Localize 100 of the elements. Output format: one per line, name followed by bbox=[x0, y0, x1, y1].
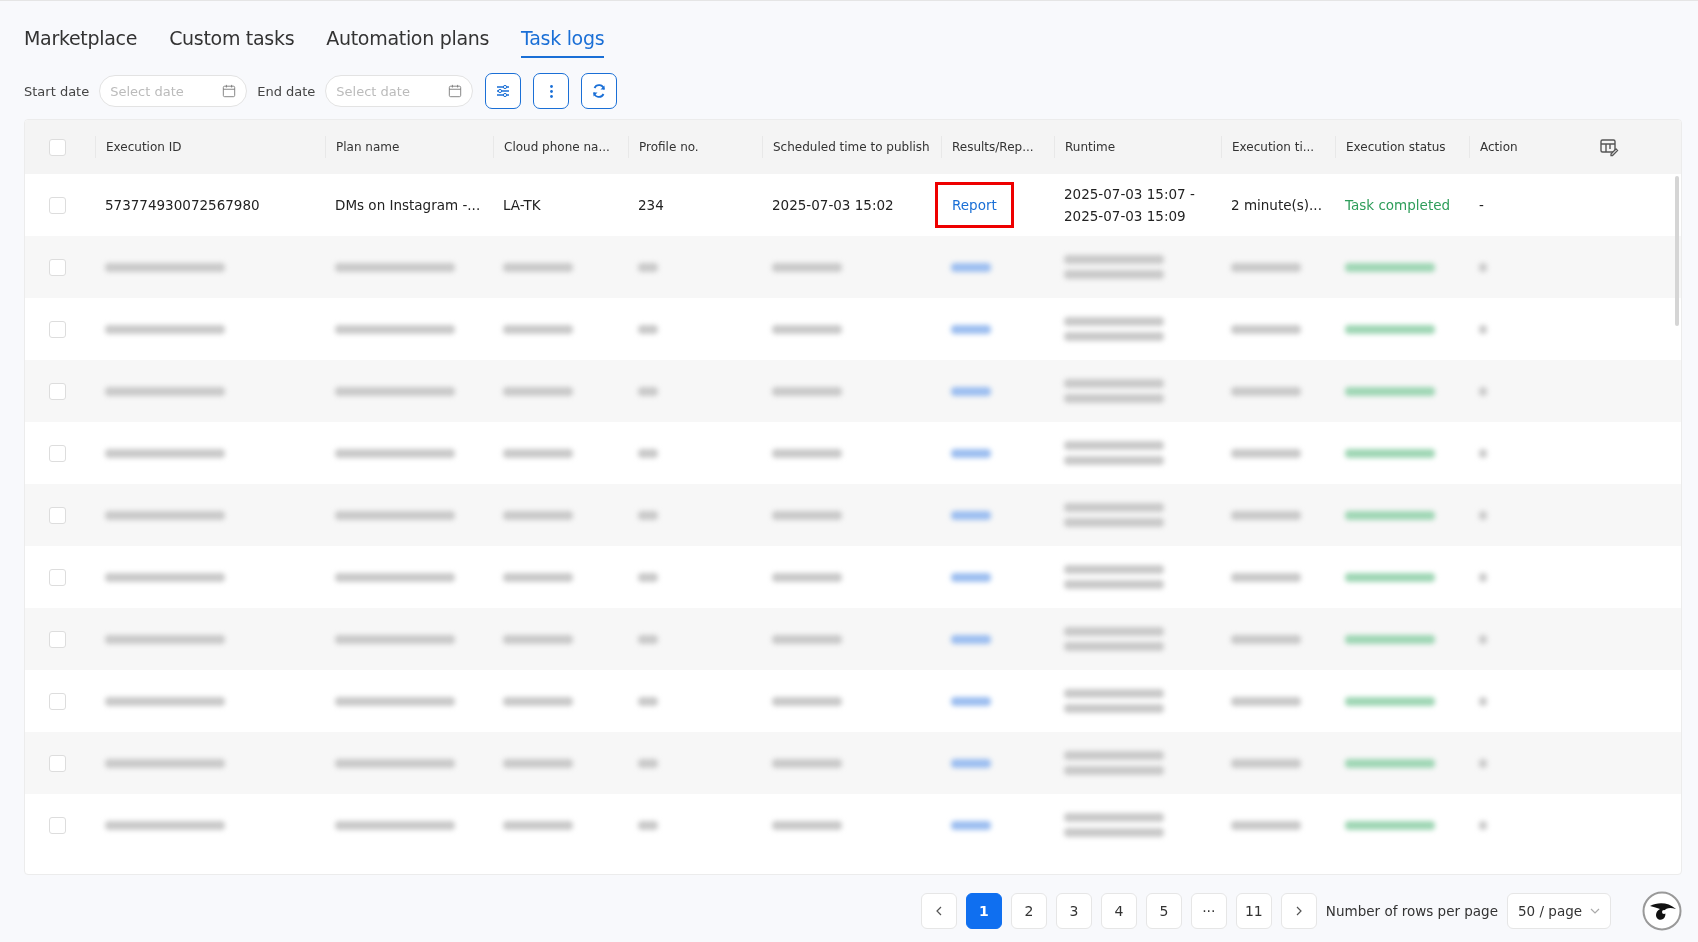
blurred-text bbox=[638, 324, 658, 334]
blurred-text bbox=[1231, 696, 1301, 706]
row-checkbox[interactable] bbox=[49, 816, 66, 834]
page-button[interactable]: 1 bbox=[965, 893, 1002, 929]
blurred-text bbox=[1479, 634, 1487, 644]
blurred-text bbox=[1231, 572, 1301, 582]
blurred-text bbox=[503, 386, 573, 396]
row-checkbox[interactable] bbox=[49, 382, 66, 400]
blurred-text bbox=[951, 448, 991, 458]
blurred-text bbox=[1479, 448, 1487, 458]
row-checkbox[interactable] bbox=[49, 258, 66, 276]
blurred-text bbox=[1479, 820, 1487, 830]
blurred-text bbox=[951, 572, 991, 582]
report-link[interactable]: Report bbox=[935, 182, 1014, 228]
end-date-field[interactable]: Select date bbox=[325, 75, 474, 107]
page-button[interactable]: 2 bbox=[1010, 893, 1047, 929]
page-button[interactable]: ··· bbox=[1190, 893, 1227, 929]
refresh-icon bbox=[591, 83, 608, 99]
blurred-text bbox=[638, 262, 658, 272]
blurred-text bbox=[951, 386, 991, 396]
row-checkbox[interactable] bbox=[49, 754, 66, 772]
row-checkbox[interactable] bbox=[49, 568, 66, 586]
blurred-text bbox=[772, 262, 842, 272]
column-header: Execution ti... bbox=[1232, 140, 1315, 154]
tab[interactable]: Task logs bbox=[521, 27, 605, 58]
page-button[interactable]: 11 bbox=[1235, 893, 1272, 929]
refresh-button[interactable] bbox=[581, 73, 618, 109]
eye-logo-icon[interactable] bbox=[1642, 891, 1682, 931]
blurred-text bbox=[638, 510, 658, 520]
blurred-text bbox=[1231, 324, 1301, 334]
blurred-text bbox=[951, 510, 991, 520]
row-checkbox[interactable] bbox=[49, 692, 66, 710]
blurred-text bbox=[1231, 634, 1301, 644]
blurred-text bbox=[772, 324, 842, 334]
blurred-text bbox=[638, 448, 658, 458]
table-cell: 2025-07-03 15:02 bbox=[772, 197, 894, 213]
start-date-field[interactable]: Select date bbox=[99, 75, 248, 107]
blurred-text bbox=[1231, 820, 1301, 830]
row-checkbox[interactable] bbox=[49, 630, 66, 648]
rows-per-page-select[interactable]: 50 / page bbox=[1507, 893, 1611, 929]
calendar-icon bbox=[222, 84, 237, 98]
blurred-text bbox=[951, 262, 991, 272]
next-page-button[interactable] bbox=[1280, 893, 1317, 929]
blurred-text bbox=[1479, 510, 1487, 520]
blurred-text bbox=[1479, 758, 1487, 768]
column-header: Results/Rep... bbox=[952, 140, 1034, 154]
scrollbar[interactable] bbox=[1675, 176, 1679, 326]
column-header: Execution ID bbox=[106, 140, 182, 154]
blurred-text bbox=[503, 634, 573, 644]
status-text: Task completed bbox=[1345, 197, 1451, 213]
table-cell: 234 bbox=[638, 197, 664, 213]
tab[interactable]: Custom tasks bbox=[169, 27, 295, 58]
row-checkbox[interactable] bbox=[49, 444, 66, 462]
page-button[interactable]: 3 bbox=[1055, 893, 1092, 929]
page-button[interactable]: 5 bbox=[1145, 893, 1182, 929]
row-checkbox[interactable] bbox=[49, 320, 66, 338]
more-icon bbox=[549, 84, 553, 98]
blurred-text bbox=[1231, 262, 1301, 272]
blurred-text bbox=[1231, 448, 1301, 458]
blurred-text bbox=[1479, 386, 1487, 396]
blurred-text bbox=[638, 572, 658, 582]
blurred-text bbox=[638, 696, 658, 706]
tab[interactable]: Automation plans bbox=[326, 27, 490, 58]
blurred-text bbox=[638, 820, 658, 830]
blurred-text bbox=[1231, 758, 1301, 768]
blurred-text bbox=[772, 386, 842, 396]
blurred-text bbox=[1479, 572, 1487, 582]
page-button[interactable]: 4 bbox=[1100, 893, 1137, 929]
table-cell: LA-TK bbox=[503, 197, 541, 213]
blurred-text bbox=[638, 758, 658, 768]
blurred-text bbox=[1479, 262, 1487, 272]
tab[interactable]: Marketplace bbox=[24, 27, 138, 58]
rows-per-page-label: Number of rows per page bbox=[1325, 903, 1498, 919]
table-cell: - bbox=[1479, 197, 1484, 213]
blurred-text bbox=[503, 324, 573, 334]
previous-page-button[interactable] bbox=[920, 893, 957, 929]
column-header: Plan name bbox=[336, 140, 400, 154]
blurred-text bbox=[503, 820, 573, 830]
blurred-text bbox=[503, 448, 573, 458]
table-cell: 573774930072567980 bbox=[105, 197, 260, 213]
sliders-icon bbox=[495, 83, 512, 99]
row-checkbox[interactable] bbox=[49, 196, 66, 214]
blurred-text bbox=[1231, 510, 1301, 520]
blurred-text bbox=[1479, 696, 1487, 706]
table-cell: 2 minute(s)... bbox=[1231, 197, 1322, 213]
more-button[interactable] bbox=[533, 73, 570, 109]
blurred-text bbox=[772, 448, 842, 458]
column-header: Action bbox=[1480, 140, 1518, 154]
row-checkbox[interactable] bbox=[49, 506, 66, 524]
blurred-text bbox=[1231, 386, 1301, 396]
runtime-end: 2025-07-03 15:09 bbox=[1064, 208, 1186, 224]
column-settings-icon[interactable] bbox=[1599, 137, 1619, 157]
blurred-text bbox=[638, 634, 658, 644]
select-all-checkbox[interactable] bbox=[49, 138, 66, 156]
filter-settings-button[interactable] bbox=[485, 73, 522, 109]
blurred-text bbox=[772, 510, 842, 520]
column-header: Execution status bbox=[1346, 140, 1446, 154]
blurred-text bbox=[772, 758, 842, 768]
blurred-text bbox=[503, 572, 573, 582]
table-cell: DMs on Instagram -... bbox=[335, 197, 481, 213]
